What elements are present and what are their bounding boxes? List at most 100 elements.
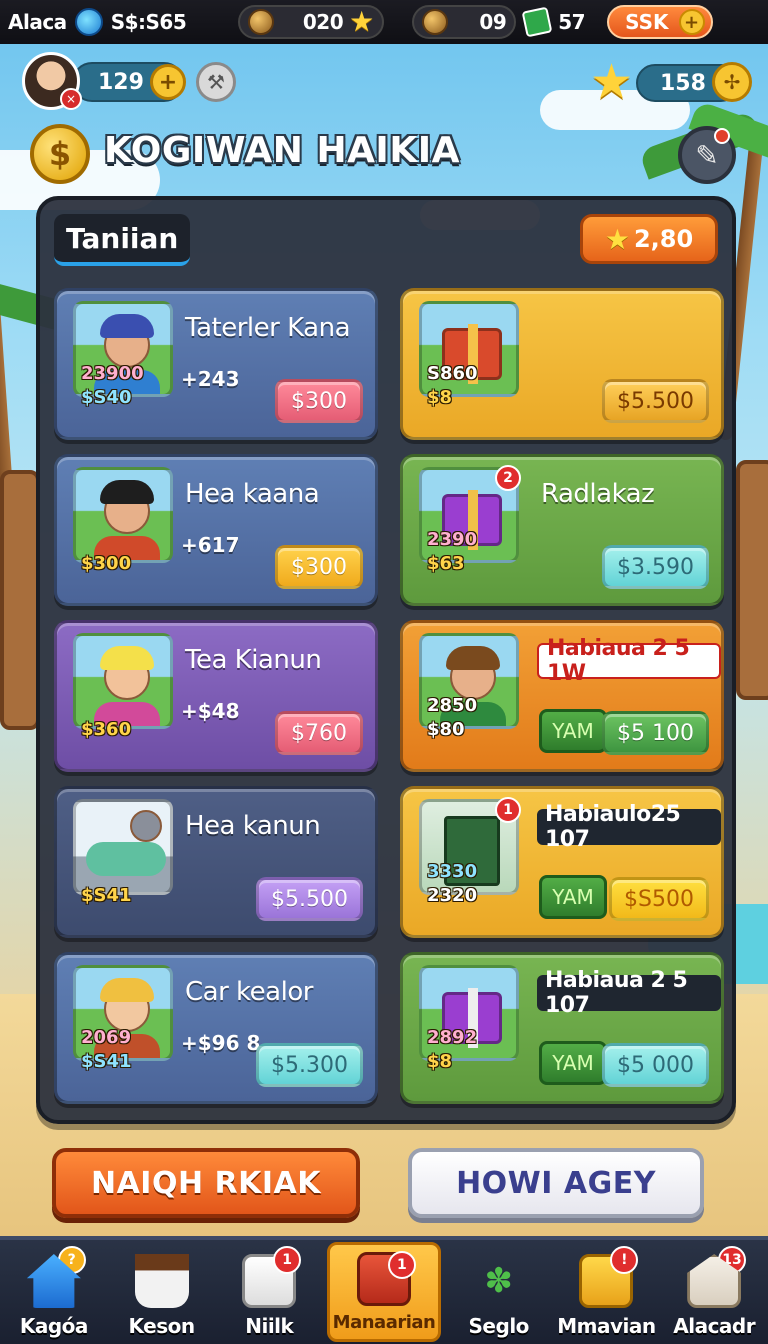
card-stat: 2390 [427, 529, 478, 550]
stars-value: 158 [660, 70, 706, 96]
gems-counter[interactable]: 09 [412, 5, 517, 39]
card-bonus: +$48 [181, 699, 240, 723]
pot-icon [134, 1254, 189, 1308]
card-stat: $S41 [81, 885, 132, 906]
coin-symbol: $ [48, 135, 72, 173]
notification-badge: 2 [495, 465, 521, 491]
notification-dot [714, 128, 730, 144]
shop-card[interactable]: 2850 $80 Habiaua 2 5 1W YAM $5 100 [400, 620, 724, 772]
shop-card[interactable]: S860 $8 $5.500 [400, 288, 724, 440]
card-stat: 2069 [81, 1027, 132, 1048]
buy-button[interactable]: $5 000 [602, 1043, 709, 1087]
buy-button[interactable]: $5.500 [602, 379, 709, 423]
buy-button[interactable]: $3.590 [602, 545, 709, 589]
page-title: KOGIWAN HAIKIA [104, 130, 460, 171]
card-stat: $80 [427, 719, 465, 740]
notification-badge: 1 [495, 797, 521, 823]
character-portrait [73, 633, 173, 729]
buy-button[interactable]: $300 [275, 379, 363, 423]
shop-card[interactable]: 2069 $S41 Car kealor +$96 8 $5.300 [54, 952, 378, 1104]
wrench-button[interactable]: ⚒ [196, 62, 236, 102]
shop-button[interactable]: SSK + [607, 5, 713, 39]
shop-card[interactable]: 2892 $8 Habiaua 2 5 107 YAM $5 000 [400, 952, 724, 1104]
habit-tag: Habiaua 2 5 107 [537, 968, 721, 1018]
card-stat: $S41 [81, 1051, 132, 1072]
secondary-action-button[interactable]: HOWI AGEY [408, 1148, 704, 1218]
nav-badge: 1 [273, 1246, 302, 1274]
card-stat: 23900 [81, 363, 144, 384]
buy-button[interactable]: $300 [275, 545, 363, 589]
buy-button[interactable]: $5.500 [256, 877, 363, 921]
nav-item-alacadr[interactable]: 13 Alacadr [660, 1240, 768, 1344]
card-bonus: +617 [181, 533, 240, 557]
currency-label: S$:S65 [110, 10, 187, 34]
shop-card[interactable]: 2 2390 $63 Radlakaz $3.590 [400, 454, 724, 606]
card-stat: $360 [81, 719, 132, 740]
edit-button[interactable]: ✎ [678, 126, 736, 184]
card-stat: 2850 [427, 695, 478, 716]
nav-label: Niilk [245, 1314, 294, 1338]
card-stat: $8 [427, 387, 453, 408]
card-stat: $S40 [81, 387, 132, 408]
wheat-icon: ✢ [723, 70, 741, 94]
card-title: Tea Kianun [185, 645, 322, 675]
nav-label: Seglo [468, 1314, 530, 1338]
nav-label: Kagóa [19, 1314, 89, 1338]
star-icon: ★ [349, 5, 375, 38]
wrench-icon: ⚒ [207, 70, 225, 94]
buy-button[interactable]: $760 [275, 711, 363, 755]
card-stat: $300 [81, 553, 132, 574]
add-currency-icon: + [678, 9, 705, 35]
nav-item-seglo[interactable]: ✽ Seglo [445, 1240, 553, 1344]
star-icon: ★ [604, 222, 630, 256]
primary-action-button[interactable]: NAIQH RKIAK [52, 1148, 360, 1218]
shop-panel: Taniian ★ 2,80 23900 $S40 Taterler Kana … [36, 196, 736, 1124]
nav-item-mmavian[interactable]: ! Mmavian [553, 1240, 661, 1344]
card-stat: 2892 [427, 1027, 478, 1048]
plant-icon: ✽ [484, 1261, 513, 1301]
habit-tag: Habiaua 2 5 1W [537, 636, 721, 686]
shop-card[interactable]: 1 3330 2320 Habiaulo25 107 YAM $S500 [400, 786, 724, 938]
globe-icon [74, 8, 103, 36]
buy-button[interactable]: $5 100 [602, 711, 709, 755]
nav-label: Keson [128, 1314, 196, 1338]
habit-tag: Habiaulo25 107 [537, 802, 721, 852]
nav-item-niilk[interactable]: 1 Niilk [215, 1240, 323, 1344]
nav-item-kagoa[interactable]: ? Kagóa [0, 1240, 108, 1344]
bottom-navigation: ? Kagóa Keson 1 Niilk 1 Manaarian ✽ Segl… [0, 1236, 768, 1344]
coins-value: 020 [302, 10, 344, 34]
buy-button[interactable]: $5.300 [256, 1043, 363, 1087]
add-level-button[interactable]: + [150, 64, 186, 100]
shop-card[interactable]: 23900 $S40 Taterler Kana +243 $300 [54, 288, 378, 440]
shop-card[interactable]: $360 Tea Kianun +$48 $760 [54, 620, 378, 772]
pet-portrait [73, 799, 173, 895]
tab-taniian[interactable]: Taniian [54, 214, 191, 266]
card-title: Hea kaana [185, 479, 320, 509]
bronze-coin-icon [248, 9, 275, 35]
card-bonus: +243 [181, 367, 240, 391]
shop-card[interactable]: $300 Hea kaana +617 $300 [54, 454, 378, 606]
card-title: Taterler Kana [185, 313, 351, 343]
yam-button[interactable]: YAM [539, 1041, 607, 1085]
shop-card[interactable]: $S41 Hea kanun $5.500 [54, 786, 378, 938]
pencil-icon: ✎ [695, 138, 719, 172]
medal-icon [422, 9, 449, 35]
gems-value: 09 [479, 10, 507, 34]
nav-badge: 1 [387, 1251, 416, 1279]
nav-item-manaarian[interactable]: 1 Manaarian [327, 1242, 441, 1342]
card-stat: 3330 [427, 861, 478, 882]
nav-item-keson[interactable]: Keson [108, 1240, 216, 1344]
star-total: 2,80 [633, 225, 694, 253]
character-portrait [73, 467, 173, 563]
big-star-icon: ★ [590, 54, 634, 110]
card-bonus: +$96 8 [181, 1031, 261, 1055]
buy-button[interactable]: $S500 [609, 877, 709, 921]
star-total-badge[interactable]: ★ 2,80 [580, 214, 718, 264]
energy-value: 57 [558, 10, 586, 34]
avatar-alert-icon: × [60, 88, 82, 110]
harvest-button[interactable]: ✢ [712, 62, 752, 102]
coins-counter[interactable]: 020 ★ [238, 5, 385, 39]
yam-button[interactable]: YAM [539, 875, 607, 919]
energy-icon [521, 6, 553, 38]
yam-button[interactable]: YAM [539, 709, 607, 753]
